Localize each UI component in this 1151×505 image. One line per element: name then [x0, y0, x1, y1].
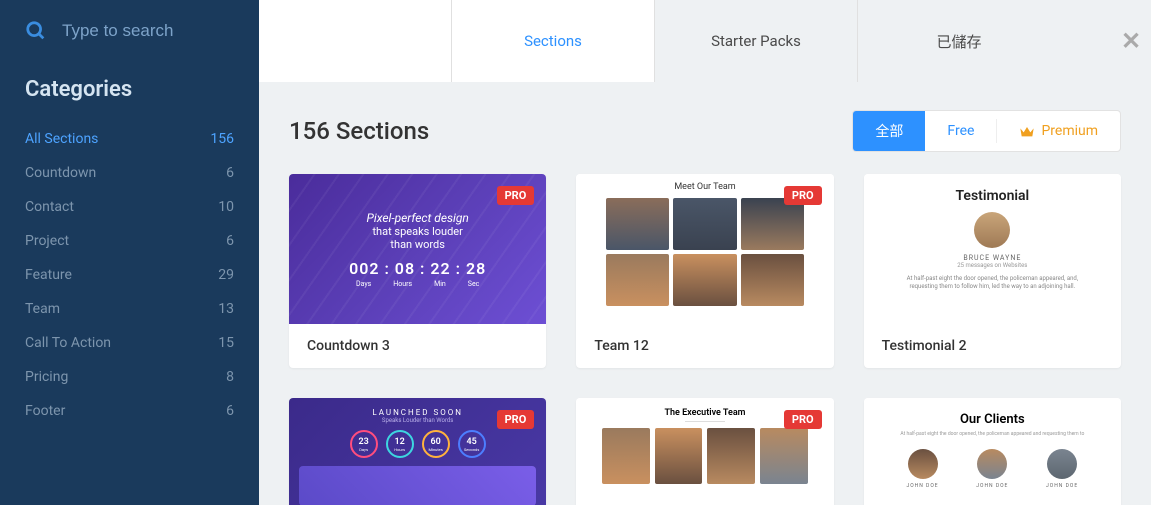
- card-testimonial-2[interactable]: TestimonialBRUCE WAYNE25 messages on Web…: [864, 174, 1121, 368]
- tab-sections[interactable]: Sections: [451, 0, 654, 82]
- sidebar-item-footer[interactable]: Footer 6: [0, 394, 259, 428]
- cat-label: Contact: [25, 199, 74, 215]
- sidebar-item-countdown[interactable]: Countdown 6: [0, 156, 259, 190]
- tabs-spacer: [259, 0, 451, 82]
- section-count: 156 Sections: [289, 117, 429, 145]
- cat-label: Call To Action: [25, 335, 111, 351]
- cat-count: 13: [218, 301, 234, 317]
- cat-count: 10: [218, 199, 234, 215]
- filter-all-button[interactable]: 全部: [853, 111, 925, 151]
- cat-label: Project: [25, 233, 69, 249]
- tab-saved[interactable]: 已儲存: [857, 0, 1060, 82]
- cat-count: 15: [218, 335, 234, 351]
- tabs-bar: Sections Starter Packs 已儲存 ✕: [259, 0, 1151, 82]
- card-team-12[interactable]: Meet Our TeamPROTeam 12: [576, 174, 833, 368]
- cat-label: All Sections: [25, 131, 98, 147]
- cat-count: 156: [210, 131, 234, 147]
- cat-count: 29: [218, 267, 234, 283]
- card-preview: Meet Our TeamPRO: [576, 174, 833, 324]
- card-preview: LAUNCHED SOONSpeaks Louder than Words23D…: [289, 398, 546, 505]
- card-preview: The Executive TeamPRO: [576, 398, 833, 505]
- pro-badge: PRO: [497, 410, 535, 429]
- filter-premium-button[interactable]: Premium: [997, 111, 1120, 151]
- cat-count: 8: [226, 369, 234, 385]
- pro-badge: PRO: [784, 410, 822, 429]
- card-preview: Our ClientsAt half-past eight the door o…: [864, 398, 1121, 505]
- cat-label: Team: [25, 301, 60, 317]
- close-icon: ✕: [1121, 27, 1141, 55]
- main-panel: Sections Starter Packs 已儲存 ✕ 156 Section…: [259, 0, 1151, 505]
- cards-grid: Pixel-perfect designthat speaks louderth…: [289, 174, 1121, 505]
- sidebar-item-contact[interactable]: Contact 10: [0, 190, 259, 224]
- crown-icon: [1019, 124, 1035, 138]
- tabs-gap: [1060, 0, 1111, 82]
- sidebar-item-all-sections[interactable]: All Sections 156: [0, 122, 259, 156]
- sidebar-item-feature[interactable]: Feature 29: [0, 258, 259, 292]
- sidebar-item-team[interactable]: Team 13: [0, 292, 259, 326]
- card-team-11[interactable]: The Executive TeamPRO: [576, 398, 833, 505]
- content-scroll[interactable]: 156 Sections 全部 Free Premium Pixel-perfe…: [259, 82, 1151, 505]
- card-preview: TestimonialBRUCE WAYNE25 messages on Web…: [864, 174, 1121, 324]
- cat-label: Feature: [25, 267, 72, 283]
- cat-count: 6: [226, 233, 234, 249]
- cat-label: Footer: [25, 403, 65, 419]
- card-label: Countdown 3: [289, 324, 546, 368]
- sidebar-item-call-to-action[interactable]: Call To Action 15: [0, 326, 259, 360]
- card-label: Testimonial 2: [864, 324, 1121, 368]
- cat-count: 6: [226, 403, 234, 419]
- sidebar-item-project[interactable]: Project 6: [0, 224, 259, 258]
- close-button[interactable]: ✕: [1111, 0, 1151, 82]
- card-countdown-3[interactable]: Pixel-perfect designthat speaks louderth…: [289, 174, 546, 368]
- sidebar: Categories All Sections156Countdown6Cont…: [0, 0, 259, 505]
- content-header: 156 Sections 全部 Free Premium: [289, 82, 1121, 174]
- filter-free-button[interactable]: Free: [925, 111, 996, 151]
- sidebar-item-pricing[interactable]: Pricing 8: [0, 360, 259, 394]
- card-testimonial-1[interactable]: Our ClientsAt half-past eight the door o…: [864, 398, 1121, 505]
- card-label: Team 12: [576, 324, 833, 368]
- cat-label: Countdown: [25, 165, 96, 181]
- pro-badge: PRO: [497, 186, 535, 205]
- card-preview: Pixel-perfect designthat speaks louderth…: [289, 174, 546, 324]
- cat-label: Pricing: [25, 369, 68, 385]
- filter-premium-label: Premium: [1041, 123, 1098, 139]
- filter-group: 全部 Free Premium: [852, 110, 1121, 152]
- search-icon: [25, 20, 47, 42]
- cat-count: 6: [226, 165, 234, 181]
- search-input[interactable]: [62, 21, 234, 41]
- pro-badge: PRO: [784, 186, 822, 205]
- search-box: [0, 0, 259, 62]
- card-countdown-2[interactable]: LAUNCHED SOONSpeaks Louder than Words23D…: [289, 398, 546, 505]
- tab-starter-packs[interactable]: Starter Packs: [654, 0, 857, 82]
- categories-heading: Categories: [0, 62, 259, 122]
- sidebar-scroll[interactable]: Categories All Sections156Countdown6Cont…: [0, 62, 259, 505]
